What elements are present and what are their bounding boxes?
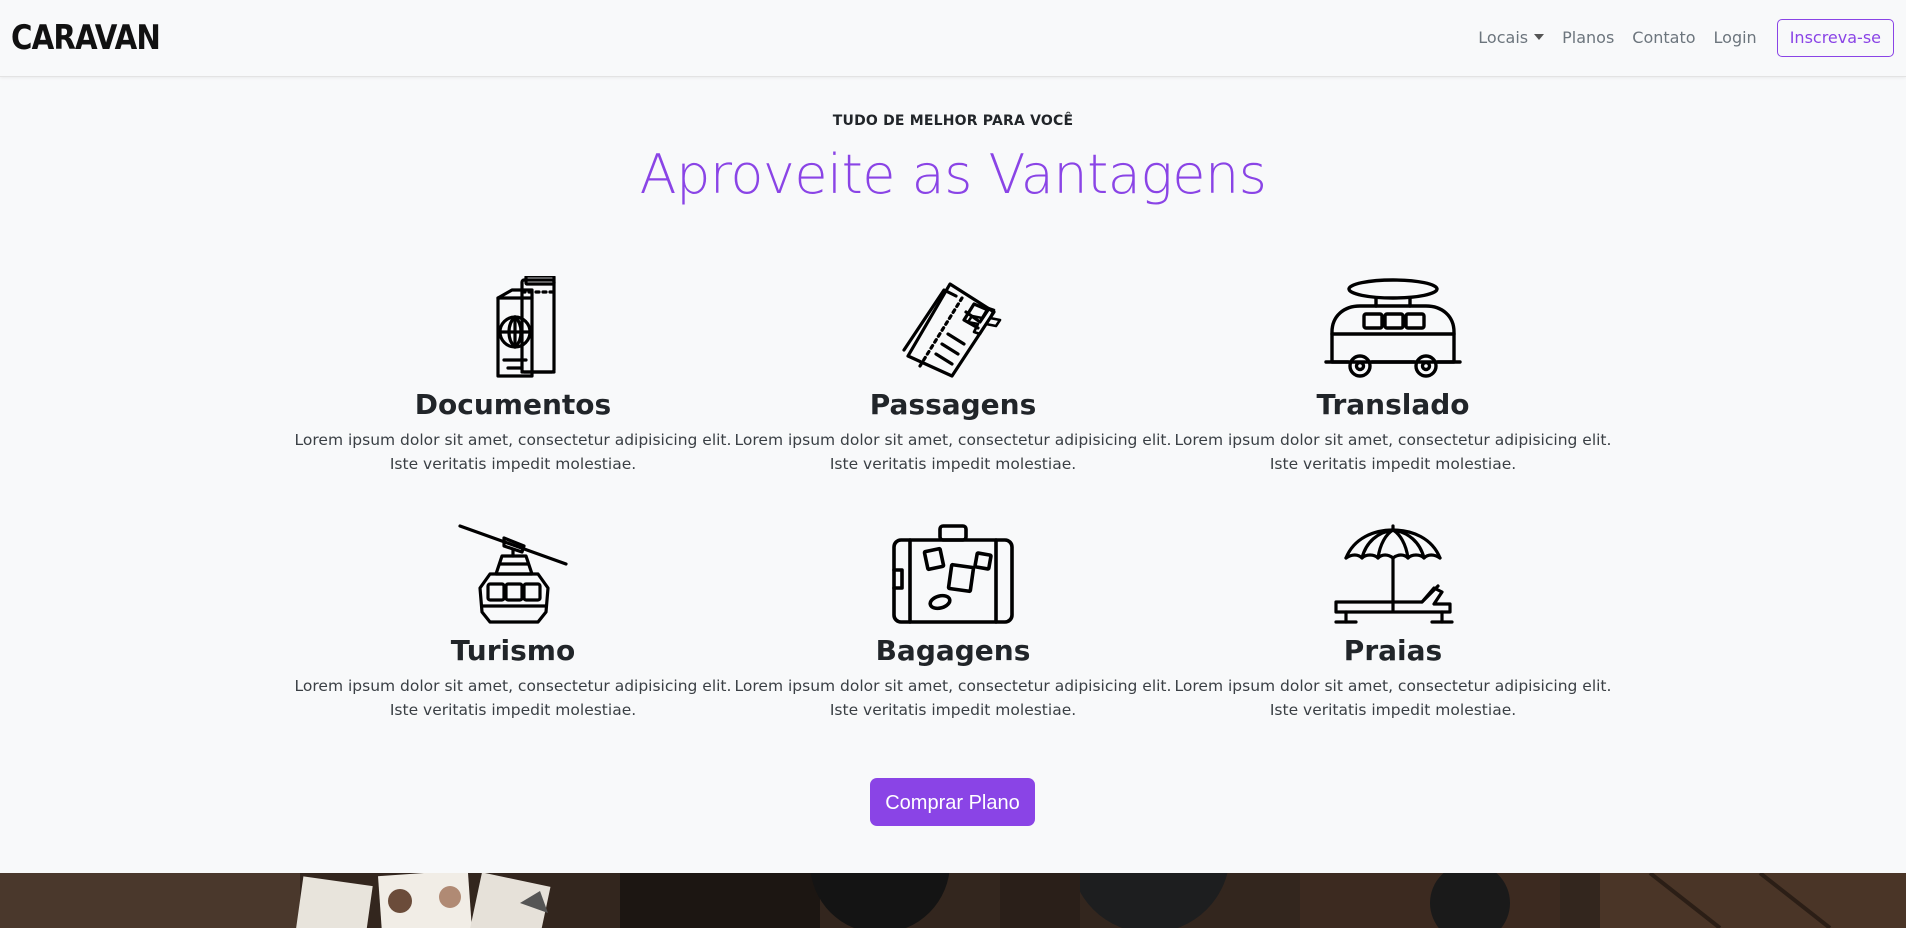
feature-title: Passagens: [869, 388, 1037, 421]
feature-title: Translado: [1316, 388, 1470, 421]
nav-links: Locais Planos Contato Login Inscreva-se: [1460, 18, 1894, 58]
feature-praias: Praias Lorem ipsum dolor sit amet, conse…: [1173, 522, 1613, 722]
feature-description-line: Lorem ipsum dolor sit amet, consectetur …: [1174, 431, 1612, 449]
chevron-down-icon: [1534, 34, 1545, 40]
buy-plan-button[interactable]: Comprar Plano: [870, 778, 1035, 826]
suitcase-icon: [892, 524, 1014, 624]
feature-description-line: Lorem ipsum dolor sit amet, consectetur …: [294, 677, 732, 695]
travel-photo-image: [0, 873, 1906, 928]
feature-description-line: Iste veritatis impedit molestiae.: [389, 455, 637, 473]
hero-photo-background: [0, 873, 1906, 928]
van-icon: [1324, 278, 1462, 378]
nav-link-label: Locais: [1478, 28, 1529, 47]
feature-description: Lorem ipsum dolor sit amet, consectetur …: [733, 674, 1173, 722]
feature-title: Documentos: [414, 388, 612, 421]
feature-description-line: Iste veritatis impedit molestiae.: [829, 701, 1077, 719]
feature-description: Lorem ipsum dolor sit amet, consectetur …: [293, 674, 733, 722]
feature-description-line: Iste veritatis impedit molestiae.: [1269, 455, 1517, 473]
feature-description: Lorem ipsum dolor sit amet, consectetur …: [733, 428, 1173, 476]
feature-title: Bagagens: [875, 634, 1031, 667]
passport-icon: [496, 276, 556, 378]
nav-link-locais[interactable]: Locais: [1478, 18, 1545, 58]
nav-link-planos[interactable]: Planos: [1562, 18, 1614, 58]
signup-button[interactable]: Inscreva-se: [1776, 19, 1894, 57]
feature-description-line: Lorem ipsum dolor sit amet, consectetur …: [294, 431, 732, 449]
cable-car-icon: [458, 524, 568, 624]
feature-title: Praias: [1343, 634, 1443, 667]
feature-title: Turismo: [450, 634, 576, 667]
feature-description-line: Iste veritatis impedit molestiae.: [829, 455, 1077, 473]
section-kicker: TUDO DE MELHOR PARA VOCÊ: [832, 113, 1074, 129]
section-headline: Aproveite as Vantagens: [639, 143, 1267, 206]
nav-link-contato[interactable]: Contato: [1632, 18, 1695, 58]
feature-description: Lorem ipsum dolor sit amet, consectetur …: [1173, 428, 1613, 476]
feature-description-line: Lorem ipsum dolor sit amet, consectetur …: [1174, 677, 1612, 695]
feature-description: Lorem ipsum dolor sit amet, consectetur …: [293, 428, 733, 476]
brand-logo[interactable]: CARAVAN: [11, 16, 161, 60]
feature-description: Lorem ipsum dolor sit amet, consectetur …: [1173, 674, 1613, 722]
feature-description-line: Iste veritatis impedit molestiae.: [1269, 701, 1517, 719]
feature-translado: Translado Lorem ipsum dolor sit amet, co…: [1173, 276, 1613, 476]
feature-bagagens: Bagagens Lorem ipsum dolor sit amet, con…: [733, 522, 1173, 722]
nav-link-login[interactable]: Login: [1714, 18, 1757, 58]
beach-umbrella-icon: [1334, 524, 1454, 624]
plane-tickets-icon: [902, 282, 1002, 378]
feature-description-line: Lorem ipsum dolor sit amet, consectetur …: [734, 677, 1172, 695]
feature-turismo: Turismo Lorem ipsum dolor sit amet, cons…: [293, 522, 733, 722]
feature-passagens: Passagens Lorem ipsum dolor sit amet, co…: [733, 276, 1173, 476]
feature-documentos: Documentos Lorem ipsum dolor sit amet, c…: [293, 276, 733, 476]
feature-description-line: Lorem ipsum dolor sit amet, consectetur …: [734, 431, 1172, 449]
feature-description-line: Iste veritatis impedit molestiae.: [389, 701, 637, 719]
navbar: CARAVAN Locais Planos Contato Login Insc…: [0, 0, 1906, 77]
